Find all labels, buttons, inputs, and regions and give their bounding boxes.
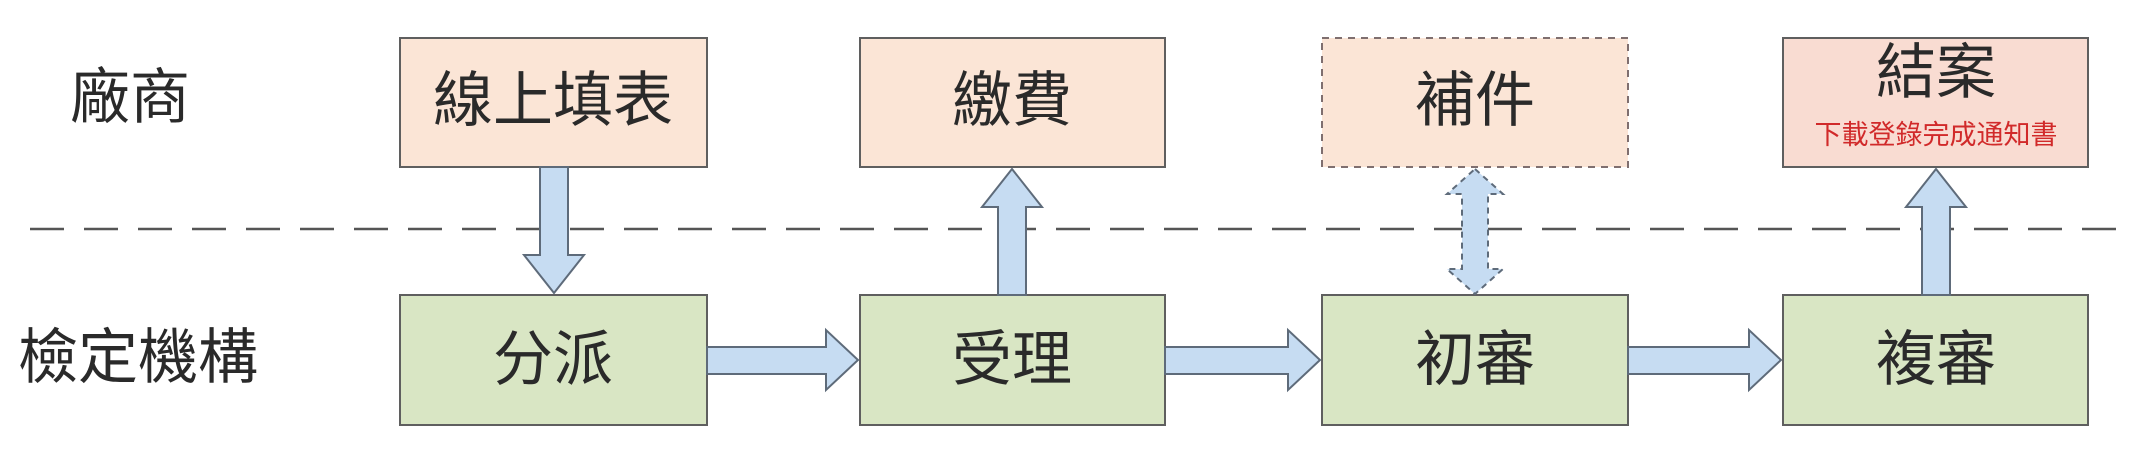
step-dispatch-label: 分派 [493, 325, 613, 395]
step-first-review: 初審 [1321, 294, 1629, 426]
step-supplement: 補件 [1321, 37, 1629, 168]
step-payment-label: 繳費 [952, 66, 1072, 136]
arrow-up-review-to-close [1903, 167, 1969, 296]
step-close-case: 結案 下載登錄完成通知書 [1782, 37, 2089, 168]
step-close-case-label: 結案 [1876, 38, 1996, 108]
step-accept: 受理 [859, 294, 1166, 426]
arrow-right-first-to-second-review [1627, 327, 1783, 393]
step-dispatch: 分派 [399, 294, 708, 426]
process-flow-diagram: 廠商 檢定機構 線上填表 繳費 補件 結案 下載登錄完成通知書 分派 受理 初審… [18, 37, 2118, 426]
step-supplement-label: 補件 [1415, 66, 1535, 136]
step-online-form-label: 線上填表 [433, 66, 673, 136]
arrow-right-accept-to-first-review [1164, 327, 1322, 393]
step-close-case-note: 下載登錄完成通知書 [1815, 120, 2058, 151]
step-online-form: 線上填表 [399, 37, 708, 168]
lane-label-agency: 檢定機構 [18, 323, 258, 393]
arrow-right-dispatch-to-accept [706, 327, 860, 393]
step-accept-label: 受理 [952, 325, 1072, 395]
arrow-up-accept-to-payment [979, 167, 1045, 296]
arrow-bidirectional-supplement [1444, 167, 1506, 296]
lane-label-vendor: 廠商 [70, 63, 190, 133]
step-second-review: 複審 [1782, 294, 2089, 426]
step-payment: 繳費 [859, 37, 1166, 168]
step-first-review-label: 初審 [1415, 325, 1535, 395]
step-second-review-label: 複審 [1876, 325, 1996, 395]
